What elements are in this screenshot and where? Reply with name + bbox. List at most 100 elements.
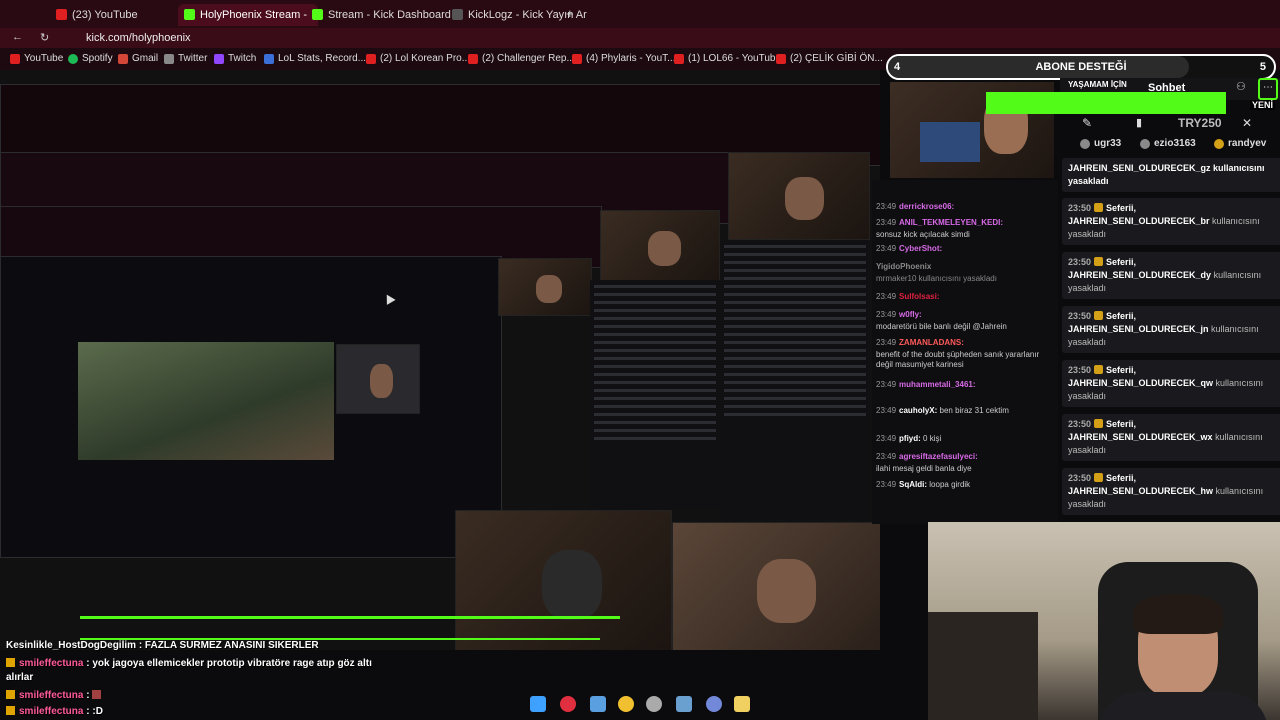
- gmail-icon: [118, 54, 128, 64]
- users-icon[interactable]: ⚇: [1236, 80, 1246, 93]
- youtube-icon: [776, 54, 786, 64]
- sub-goal-label: ABONE DESTEĞİ: [1035, 61, 1127, 73]
- inner-chat-text: benefit of the doubt şüpheden sanık yara…: [876, 350, 1040, 369]
- overlay-chat-message: smileffectuna :: [6, 690, 105, 701]
- nested-chat-1: [590, 280, 720, 510]
- emote-icon: [92, 690, 102, 699]
- windows-icon[interactable]: [530, 696, 546, 712]
- nested-chat-2: [720, 240, 870, 520]
- bookmark-celik-gibi[interactable]: (2) ÇELİK GİBİ ÖN...: [776, 48, 883, 70]
- settings-icon[interactable]: [676, 696, 692, 712]
- overlay-chat-message: smileffectuna : :D: [6, 706, 103, 717]
- browser-tab-bar: (23) YouTube HolyPhoenix Stream - Stream…: [0, 0, 1280, 28]
- url-field[interactable]: kick.com/holyphoenix: [86, 28, 191, 48]
- bookmark-youtube[interactable]: YouTube: [10, 48, 63, 70]
- overlay-chat-message: smileffectuna : yok jagoya ellemicekler …: [6, 658, 372, 669]
- avatar: [1214, 139, 1224, 149]
- hair: [1133, 594, 1223, 634]
- explorer-icon[interactable]: [734, 696, 750, 712]
- face: [648, 230, 682, 266]
- subscriber-badge-icon: [6, 706, 15, 715]
- subscriber-badge-icon: [6, 690, 15, 699]
- spotify-icon: [68, 54, 78, 64]
- avatar: [1080, 139, 1090, 149]
- top-chatter[interactable]: ugr33: [1080, 138, 1121, 149]
- discord-icon[interactable]: [706, 696, 722, 712]
- bookmark-lol66[interactable]: (1) LOL66 - YouTube: [674, 48, 781, 70]
- tab-kicklogz[interactable]: KickLogz - Kick Yayın Ar: [446, 4, 587, 26]
- youtube-icon: [468, 54, 478, 64]
- top-chatter[interactable]: ezio3163: [1140, 138, 1196, 149]
- close-icon[interactable]: ✕: [1242, 116, 1252, 130]
- moderator-badge-icon: [1094, 257, 1104, 266]
- moderator-badge-icon: [1094, 473, 1104, 482]
- nested-facecam-3: [498, 258, 592, 316]
- face: [535, 274, 562, 303]
- inner-chat-text: modaretörü bile banlı değil @Jahrein: [876, 322, 1007, 331]
- chat-message: 23:50 Seferii, JAHREIN_SENI_OLDURECEK_qw k…: [1062, 360, 1280, 407]
- inner-chat-message: 23:49 SqAldi: loopa girdik: [876, 480, 971, 489]
- bookmark-twitch[interactable]: Twitch: [214, 48, 256, 70]
- new-tab-button[interactable]: +: [566, 6, 574, 21]
- pin-icon[interactable]: ✎: [1082, 116, 1092, 130]
- face: [757, 558, 816, 623]
- pinned-row: ✎ ▮ ✕: [1060, 116, 1280, 136]
- face: [369, 364, 393, 399]
- reload-icon[interactable]: ↻: [40, 31, 49, 44]
- overlay-chat-message: Kesinlikle_HostDogDegilim : FAZLA SURMEZ…: [6, 640, 319, 651]
- inner-chat-message: 23:49 agresiftazefasulyeci:: [876, 452, 978, 461]
- tab-kick-dashboard[interactable]: Stream - Kick Dashboard: [306, 4, 456, 26]
- bookmark-phylaris[interactable]: (4) Phylaris - YouT...: [572, 48, 675, 70]
- twitter-icon: [164, 54, 174, 64]
- inner-chat-message: 23:49 pfiyd: 0 kişi: [876, 434, 942, 443]
- alert-banner-text: YAŞAMAM İÇİN: [1068, 80, 1127, 89]
- inner-chat-message: YigidoPhoenix: [876, 262, 932, 271]
- app-icon[interactable]: [646, 696, 662, 712]
- inner-chat-message: 23:49 ZAMANLADANS:: [876, 338, 964, 347]
- bookmark-gmail[interactable]: Gmail: [118, 48, 158, 70]
- bookmark-twitter[interactable]: Twitter: [164, 48, 207, 70]
- monitor: [920, 122, 980, 162]
- twitch-icon: [214, 54, 224, 64]
- kick-icon[interactable]: [560, 696, 576, 712]
- inner-chat-text: ilahi mesaj geldi banla diye: [876, 464, 972, 473]
- chat-message: JAHREIN_SENI_OLDURECEK_gz kullanıcısını …: [1062, 158, 1280, 192]
- files-icon[interactable]: [590, 696, 606, 712]
- chat-message: 23:50 Seferii, JAHREIN_SENI_OLDURECEK_wx k…: [1062, 414, 1280, 461]
- bookmark-lol-korean-pro[interactable]: (2) Lol Korean Pro...: [366, 48, 470, 70]
- inner-chat-message: 23:49 CyberShot:: [876, 244, 943, 253]
- inner-chat-column: 23:49 derrickrose06: 23:49 ANIL_TEKMELEYEN…: [872, 180, 1058, 524]
- bookmark-challenger-rep[interactable]: (2) Challenger Rep...: [468, 48, 575, 70]
- sub-goal-bar: 4 ABONE DESTEĞİ 5: [886, 54, 1276, 80]
- nested-webcam-1: [455, 510, 672, 650]
- inner-chat-message: 23:49 muhammetali_3461:: [876, 380, 976, 389]
- nested-facecam-4: [336, 344, 420, 414]
- top-chatters: ugr33 ezio3163 randyev: [1060, 138, 1280, 154]
- kicklogz-icon: [452, 9, 463, 20]
- lol-stats-icon: [264, 54, 274, 64]
- moderator-badge-icon: [1094, 419, 1104, 428]
- stream-preview-recursion: [0, 70, 880, 650]
- bookmark-lol-stats[interactable]: LoL Stats, Record...: [264, 48, 366, 70]
- moderator-badge-icon: [1094, 203, 1104, 212]
- back-icon[interactable]: ←: [12, 31, 23, 43]
- overlay-chat: Kesinlikle_HostDogDegilim : FAZLA SURMEZ…: [0, 638, 460, 720]
- chrome-icon[interactable]: [618, 696, 634, 712]
- chat-messages: JAHREIN_SENI_OLDURECEK_gz kullanıcısını …: [1062, 158, 1280, 520]
- inner-chat-message: 23:49 derrickrose06:: [876, 202, 955, 211]
- inner-chat-text: sonsuz kick açılacak simdi: [876, 230, 970, 239]
- tab-youtube[interactable]: (23) YouTube: [50, 4, 190, 26]
- youtube-icon: [366, 54, 376, 64]
- taskbar: [430, 690, 770, 720]
- bookmark-spotify[interactable]: Spotify: [68, 48, 113, 70]
- face: [785, 177, 825, 221]
- trash-icon[interactable]: ▮: [1136, 116, 1142, 129]
- youtube-icon: [10, 54, 20, 64]
- chat-message: 23:50 Seferii, JAHREIN_SENI_OLDURECEK_br k…: [1062, 198, 1280, 245]
- top-chatter[interactable]: randyev: [1214, 138, 1266, 149]
- tab-holyphoenix-stream[interactable]: HolyPhoenix Stream -: [178, 4, 318, 26]
- kick-icon: [184, 9, 195, 20]
- sub-goal-end: 5: [1259, 61, 1266, 73]
- game-view: [78, 342, 334, 460]
- ellipsis-icon[interactable]: ⋯: [1258, 78, 1278, 100]
